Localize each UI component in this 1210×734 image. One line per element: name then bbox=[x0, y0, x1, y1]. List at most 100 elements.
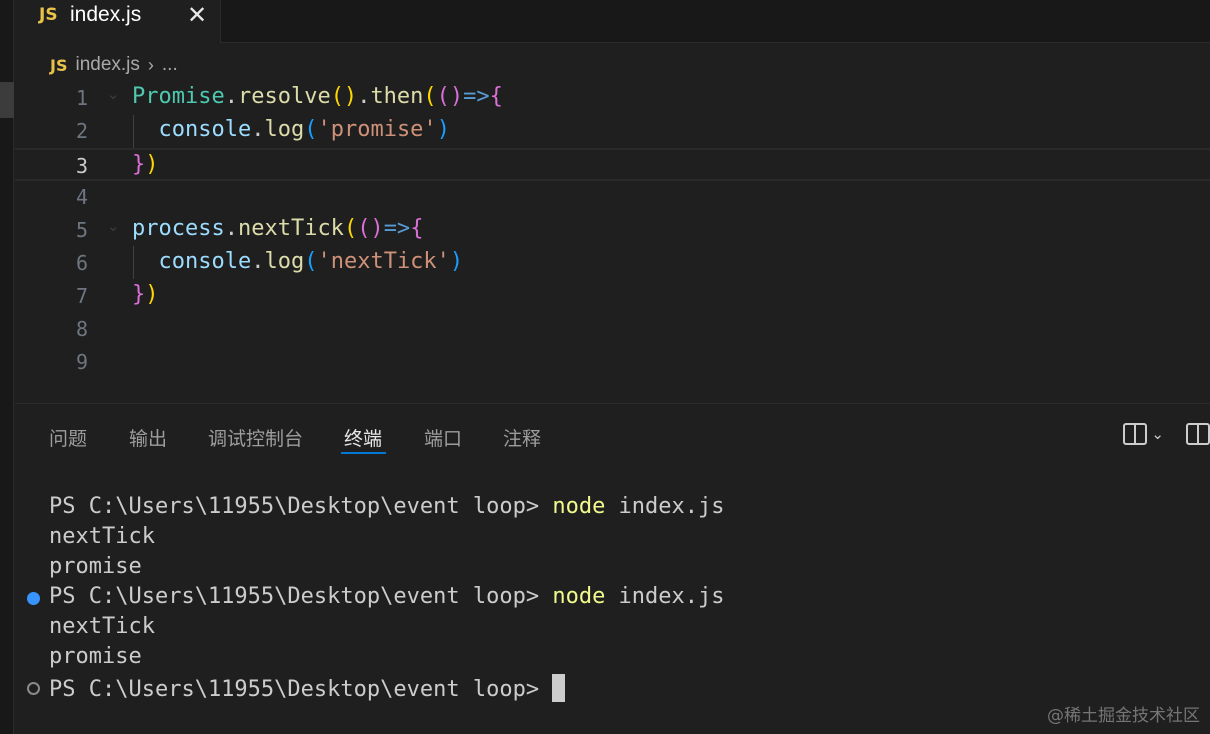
code-token: log bbox=[264, 117, 305, 142]
tab-index-js[interactable]: JS index.js ✕ bbox=[15, 0, 221, 44]
split-editor-icon[interactable] bbox=[1186, 423, 1210, 445]
code-line[interactable]: 4 bbox=[15, 181, 1210, 214]
chevron-right-icon: › bbox=[147, 54, 154, 75]
code-token: () bbox=[357, 216, 384, 241]
code-token: } bbox=[132, 282, 146, 307]
code-token: ( bbox=[304, 117, 318, 142]
code-line[interactable]: 7}) bbox=[15, 280, 1210, 313]
code-token: ) bbox=[436, 117, 450, 142]
terminal-output-line: nextTick bbox=[49, 614, 155, 639]
line-number: 2 bbox=[75, 119, 88, 143]
code-token: () bbox=[436, 84, 464, 109]
code-token: . bbox=[251, 117, 265, 142]
editor-tab-bar: JS index.js ✕ bbox=[15, 0, 1210, 44]
code-line[interactable]: 8 bbox=[15, 313, 1210, 346]
breadcrumb-file[interactable]: index.js bbox=[75, 54, 139, 76]
panel-tab-bar: 问题 输出 调试控制台 终端 端口 注释 ⌄ bbox=[15, 404, 1210, 464]
line-number: 9 bbox=[75, 350, 88, 374]
panel-actions: ⌄ bbox=[1123, 420, 1210, 448]
code-line[interactable]: 3}) bbox=[15, 148, 1210, 181]
tab-terminal[interactable]: 终端 bbox=[344, 424, 382, 451]
code-token: Promise bbox=[132, 84, 225, 109]
terminal-prompt: PS C:\Users\11955\Desktop\event loop> bbox=[49, 677, 553, 702]
tab-problems[interactable]: 问题 bbox=[49, 424, 87, 451]
code-line[interactable]: 6 console.log('nextTick') bbox=[15, 247, 1210, 280]
terminal-args: index.js bbox=[605, 584, 725, 609]
line-number: 3 bbox=[75, 154, 88, 178]
code-token: . bbox=[224, 216, 238, 241]
terminal-output-line: nextTick bbox=[49, 524, 155, 549]
terminal-output-line: promise bbox=[49, 554, 142, 579]
active-tab-indicator bbox=[341, 452, 386, 454]
code-token: () bbox=[330, 84, 358, 109]
javascript-file-icon: JS bbox=[39, 5, 58, 25]
code-token: nextTick bbox=[237, 216, 344, 241]
terminal[interactable]: PS C:\Users\11955\Desktop\event loop> no… bbox=[15, 494, 1210, 734]
code-line[interactable]: 1 ⌄ Promise.resolve().then(()=>{ bbox=[15, 82, 1210, 115]
code-text: process.nextTick(()=>{ bbox=[132, 216, 423, 241]
code-token: { bbox=[410, 216, 424, 241]
code-token: . bbox=[251, 249, 265, 274]
terminal-cursor bbox=[552, 674, 566, 702]
terminal-prompt: PS C:\Users\11955\Desktop\event loop> bbox=[49, 584, 553, 609]
breadcrumb-more[interactable]: ... bbox=[162, 54, 178, 76]
code-token: ( bbox=[343, 216, 358, 241]
terminal-command-line: PS C:\Users\11955\Desktop\event loop> no… bbox=[49, 494, 725, 524]
terminal-prompt-line: PS C:\Users\11955\Desktop\event loop> bbox=[49, 674, 566, 704]
close-icon[interactable]: ✕ bbox=[187, 1, 207, 29]
tab-output[interactable]: 输出 bbox=[129, 424, 167, 451]
code-token: 'nextTick' bbox=[317, 249, 450, 274]
line-number: 8 bbox=[75, 317, 88, 341]
tab-ports[interactable]: 端口 bbox=[424, 424, 462, 451]
code-token: ( bbox=[304, 249, 318, 274]
tab-debug-console[interactable]: 调试控制台 bbox=[208, 424, 303, 451]
code-text: Promise.resolve().then(()=>{ bbox=[132, 84, 503, 109]
command-success-icon[interactable] bbox=[27, 592, 40, 605]
breadcrumb: JS index.js › ... bbox=[50, 52, 178, 78]
tab-comments[interactable]: 注释 bbox=[503, 424, 541, 451]
line-number: 4 bbox=[75, 185, 88, 209]
code-line[interactable]: 2 console.log('promise') bbox=[15, 115, 1210, 148]
code-editor[interactable]: 1 ⌄ Promise.resolve().then(()=>{2 console.… bbox=[15, 82, 1210, 402]
activity-bar bbox=[0, 0, 14, 734]
terminal-command-line: PS C:\Users\11955\Desktop\event loop> no… bbox=[49, 584, 725, 614]
fold-chevron-icon[interactable]: ⌄ bbox=[107, 217, 120, 235]
watermark: @稀土掘金技术社区 bbox=[1047, 706, 1200, 726]
code-token: ) bbox=[449, 249, 464, 274]
code-token: ) bbox=[145, 282, 159, 307]
code-text: console.log('promise') bbox=[132, 117, 450, 142]
javascript-file-icon: JS bbox=[50, 55, 68, 75]
code-token: then bbox=[370, 84, 424, 109]
fold-chevron-icon[interactable]: ⌄ bbox=[107, 85, 120, 103]
code-token: => bbox=[463, 84, 490, 109]
code-token: resolve bbox=[237, 84, 331, 109]
terminal-output-line: promise bbox=[49, 644, 142, 669]
code-token: => bbox=[383, 216, 411, 241]
code-token: ( bbox=[423, 84, 437, 109]
code-token: ) bbox=[145, 152, 159, 177]
code-token: } bbox=[132, 152, 146, 177]
split-terminal-icon[interactable] bbox=[1123, 423, 1148, 445]
code-token: . bbox=[224, 84, 238, 109]
activity-bar-indicator bbox=[0, 82, 14, 118]
code-text: }) bbox=[132, 282, 159, 307]
command-pending-icon[interactable] bbox=[27, 682, 40, 695]
code-token: { bbox=[489, 84, 503, 109]
terminal-command: node bbox=[552, 584, 606, 609]
chevron-down-icon[interactable]: ⌄ bbox=[1151, 425, 1164, 443]
code-text: }) bbox=[132, 152, 159, 177]
code-line[interactable]: 9 bbox=[15, 346, 1210, 379]
terminal-command: node bbox=[552, 494, 606, 519]
line-number: 6 bbox=[75, 251, 88, 275]
line-number: 1 bbox=[75, 86, 88, 110]
code-token: console bbox=[132, 249, 252, 274]
line-number: 5 bbox=[75, 218, 88, 242]
code-token: . bbox=[357, 84, 371, 109]
tab-label: index.js bbox=[70, 3, 142, 26]
code-line[interactable]: 5 ⌄ process.nextTick(()=>{ bbox=[15, 214, 1210, 247]
terminal-prompt: PS C:\Users\11955\Desktop\event loop> bbox=[49, 494, 553, 519]
line-number: 7 bbox=[75, 284, 88, 308]
code-token: process bbox=[132, 216, 225, 241]
code-token: 'promise' bbox=[317, 117, 437, 142]
code-token: console bbox=[132, 117, 252, 142]
